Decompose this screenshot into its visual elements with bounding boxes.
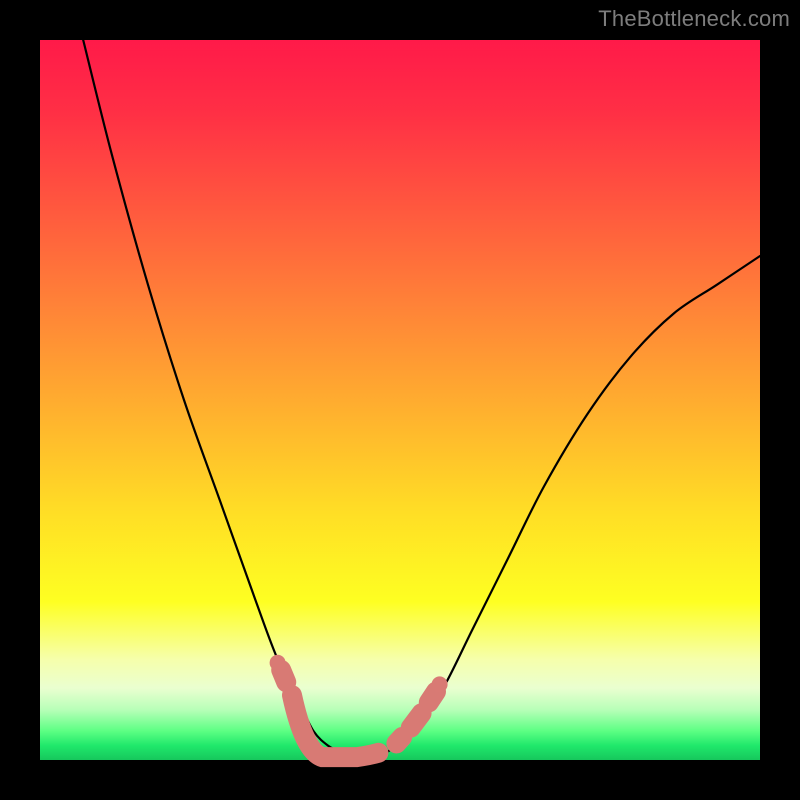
curve-layer	[40, 40, 760, 760]
bottleneck-curve	[83, 40, 760, 757]
plot-area	[40, 40, 760, 760]
watermark-text: TheBottleneck.com	[598, 6, 790, 32]
highlighted-range	[270, 655, 448, 757]
chart-frame: TheBottleneck.com	[0, 0, 800, 800]
